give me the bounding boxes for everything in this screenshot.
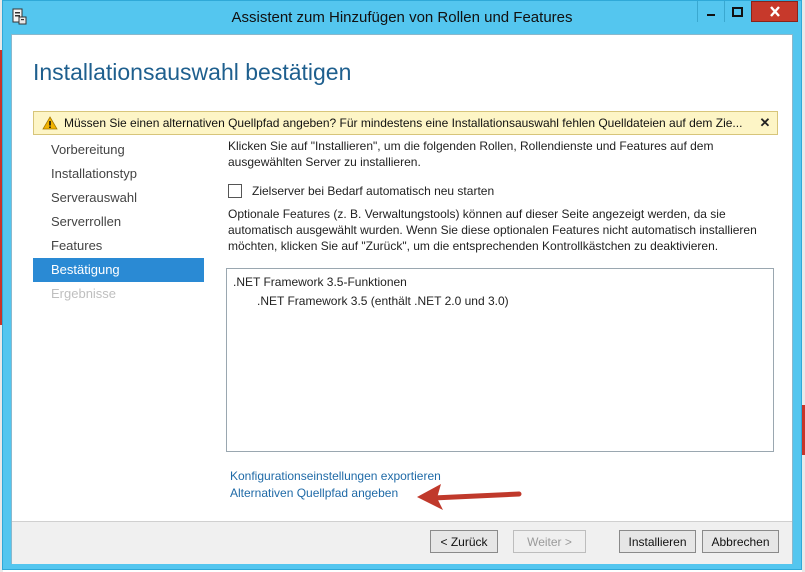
- wizard-navigation: Vorbereitung Installationstyp Serverausw…: [33, 138, 204, 306]
- warning-icon: [42, 116, 58, 130]
- nav-item-serverrollen[interactable]: Serverrollen: [33, 210, 204, 234]
- features-list[interactable]: .NET Framework 3.5-Funktionen .NET Frame…: [226, 268, 774, 452]
- nav-item-bestaetigung[interactable]: Bestätigung: [33, 258, 204, 282]
- wizard-footer: < Zurück Weiter > Installieren Abbrechen: [12, 522, 792, 564]
- back-button[interactable]: < Zurück: [430, 530, 498, 553]
- cancel-button[interactable]: Abbrechen: [702, 530, 779, 553]
- minimize-button[interactable]: [697, 1, 723, 22]
- warning-message: Müssen Sie einen alternativen Quellpfad …: [64, 116, 743, 130]
- nav-item-vorbereitung[interactable]: Vorbereitung: [33, 138, 204, 162]
- list-item: .NET Framework 3.5 (enthält .NET 2.0 und…: [257, 294, 509, 308]
- install-button[interactable]: Installieren: [619, 530, 696, 553]
- close-window-button[interactable]: [751, 1, 798, 22]
- restart-checkbox-label[interactable]: Zielserver bei Bedarf automatisch neu st…: [252, 184, 494, 198]
- wizard-client-area: Installationsauswahl bestätigen Müssen S…: [11, 34, 793, 564]
- nav-item-features[interactable]: Features: [33, 234, 204, 258]
- wizard-window: Assistent zum Hinzufügen von Rollen und …: [2, 0, 802, 570]
- maximize-button[interactable]: [724, 1, 750, 22]
- minimize-icon: [706, 13, 715, 16]
- maximize-icon: [732, 6, 743, 17]
- annotation-arrow-icon: [417, 484, 522, 510]
- optional-features-note: Optionale Features (z. B. Verwaltungstoo…: [228, 207, 757, 253]
- nav-item-installationstyp[interactable]: Installationstyp: [33, 162, 204, 186]
- close-icon: [769, 6, 780, 17]
- nav-item-serverauswahl[interactable]: Serverauswahl: [33, 186, 204, 210]
- window-title: Assistent zum Hinzufügen von Rollen und …: [231, 9, 573, 26]
- next-button: Weiter >: [513, 530, 586, 553]
- nav-item-ergebnisse: Ergebnisse: [51, 286, 117, 301]
- banner-close-button[interactable]: ✕: [753, 115, 777, 131]
- restart-checkbox[interactable]: [228, 184, 242, 198]
- page-title: Installationsauswahl bestätigen: [33, 59, 352, 85]
- restart-option[interactable]: Zielserver bei Bedarf automatisch neu st…: [228, 184, 494, 198]
- intro-text: Klicken Sie auf "Installieren", um die f…: [228, 139, 714, 169]
- warning-banner[interactable]: Müssen Sie einen alternativen Quellpfad …: [33, 111, 778, 135]
- title-bar[interactable]: Assistent zum Hinzufügen von Rollen und …: [3, 1, 801, 34]
- alternate-source-link[interactable]: Alternativen Quellpfad angeben: [230, 486, 398, 500]
- list-item: .NET Framework 3.5-Funktionen: [233, 275, 407, 289]
